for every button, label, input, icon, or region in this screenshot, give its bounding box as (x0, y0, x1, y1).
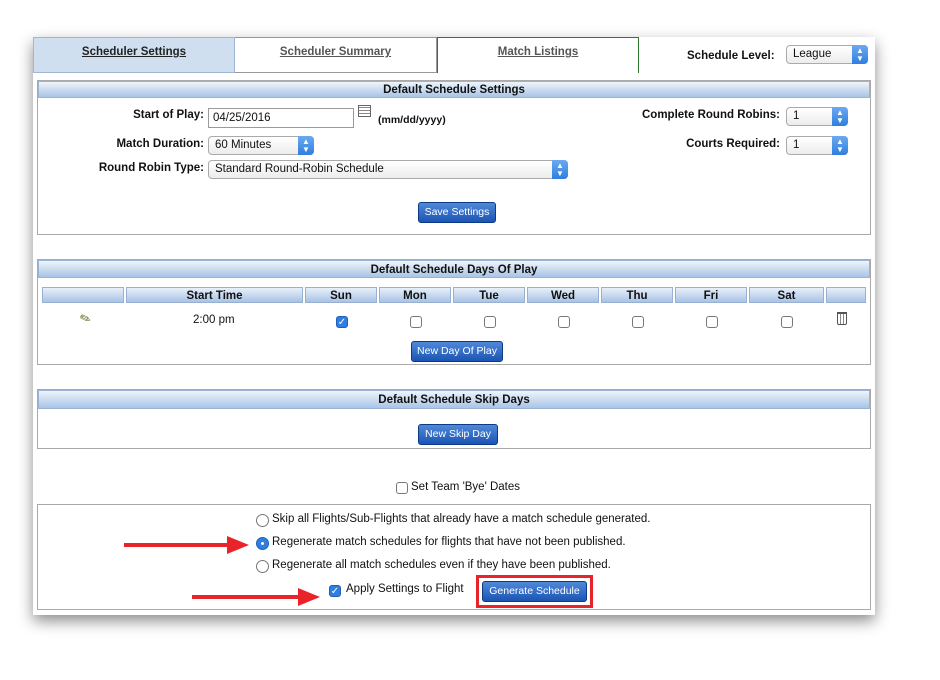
match-duration-label: Match Duration: (116, 138, 204, 150)
day-checkbox-sun[interactable]: ✓ (336, 316, 348, 328)
schedule-level-select[interactable]: League ▲ ▼ (786, 45, 868, 64)
courts-required-label: Courts Required: (686, 138, 780, 150)
arrow-right-icon (227, 536, 249, 554)
generate-schedule-button[interactable]: Generate Schedule (482, 581, 587, 602)
courts-required-select[interactable]: 1 ▲ ▼ (786, 136, 848, 155)
skip-days-header: Default Schedule Skip Days (38, 390, 870, 409)
start-of-play-label: Start of Play: (133, 109, 204, 121)
match-duration-value: 60 Minutes (215, 139, 272, 151)
column-sat: Sat (749, 287, 824, 303)
trash-icon[interactable] (837, 312, 847, 325)
date-format-hint: (mm/dd/yyyy) (378, 114, 446, 126)
days-of-play-header: Default Schedule Days Of Play (38, 260, 870, 278)
match-duration-select[interactable]: 60 Minutes ▲ ▼ (208, 136, 314, 155)
day-checkbox-sat[interactable] (781, 316, 793, 328)
day-checkbox-thu[interactable] (632, 316, 644, 328)
column-thu: Thu (601, 287, 673, 303)
pencil-icon[interactable]: ✎ (78, 310, 94, 329)
bye-dates-label: Set Team 'Bye' Dates (411, 481, 521, 493)
schedule-level-value: League (793, 48, 832, 60)
chevron-updown-icon: ▲ ▼ (832, 136, 848, 155)
radio-regenerate-all[interactable] (256, 560, 269, 573)
bye-dates-checkbox[interactable] (396, 482, 408, 494)
column-delete (826, 287, 866, 303)
tab-match-listings[interactable]: Match Listings (437, 37, 639, 73)
column-fri: Fri (675, 287, 747, 303)
column-tue: Tue (453, 287, 525, 303)
day-checkbox-fri[interactable] (706, 316, 718, 328)
round-robin-type-select[interactable]: Standard Round-Robin Schedule ▲ ▼ (208, 160, 568, 179)
start-of-play-input[interactable]: 04/25/2016 (208, 108, 354, 128)
radio-regenerate-unpublished[interactable] (256, 537, 269, 550)
skip-days-section: Default Schedule Skip Days New Skip Day (37, 389, 871, 449)
column-sun: Sun (305, 287, 377, 303)
column-wed: Wed (527, 287, 599, 303)
tab-scheduler-settings[interactable]: Scheduler Settings (33, 37, 235, 73)
complete-round-robins-value: 1 (793, 110, 800, 122)
apply-settings-label: Apply Settings to Flight (346, 583, 464, 595)
complete-round-robins-select[interactable]: 1 ▲ ▼ (786, 107, 848, 126)
chevron-updown-icon: ▲ ▼ (552, 160, 568, 179)
arrow-right-icon (298, 588, 320, 606)
day-checkbox-mon[interactable] (410, 316, 422, 328)
tab-scheduler-summary[interactable]: Scheduler Summary (235, 37, 437, 73)
radio-regenerate-all-label: Regenerate all match schedules even if t… (272, 559, 611, 571)
default-settings-header: Default Schedule Settings (38, 81, 870, 98)
schedule-level-label: Schedule Level: (687, 50, 775, 62)
chevron-updown-icon: ▲ ▼ (832, 107, 848, 126)
save-settings-button[interactable]: Save Settings (418, 202, 496, 223)
column-start-time: Start Time (126, 287, 303, 303)
annotation-arrow-line (124, 543, 229, 547)
calendar-icon[interactable] (358, 105, 371, 117)
courts-required-value: 1 (793, 139, 800, 151)
chevron-updown-icon: ▲ ▼ (298, 136, 314, 155)
radio-skip-flights[interactable] (256, 514, 269, 527)
start-time-cell: 2:00 pm (193, 314, 235, 326)
generate-options-section: Skip all Flights/Sub-Flights that alread… (37, 504, 871, 610)
day-checkbox-tue[interactable] (484, 316, 496, 328)
chevron-updown-icon: ▲ ▼ (852, 45, 868, 64)
round-robin-type-label: Round Robin Type: (98, 162, 204, 174)
radio-regenerate-unpublished-label: Regenerate match schedules for flights t… (272, 536, 626, 548)
round-robin-type-value: Standard Round-Robin Schedule (215, 163, 384, 175)
days-of-play-section: Default Schedule Days Of Play Start Time… (37, 259, 871, 365)
new-day-of-play-button[interactable]: New Day Of Play (411, 341, 503, 362)
apply-settings-checkbox[interactable]: ✓ (329, 585, 341, 597)
column-edit (42, 287, 124, 303)
annotation-arrow-line (192, 595, 300, 599)
new-skip-day-button[interactable]: New Skip Day (418, 424, 498, 445)
default-settings-section: Default Schedule Settings Start of Play:… (37, 80, 871, 235)
scheduler-panel: Scheduler Settings Scheduler Summary Mat… (33, 37, 875, 615)
complete-round-robins-label: Complete Round Robins: (642, 109, 780, 121)
day-checkbox-wed[interactable] (558, 316, 570, 328)
column-mon: Mon (379, 287, 451, 303)
radio-skip-flights-label: Skip all Flights/Sub-Flights that alread… (272, 513, 651, 525)
